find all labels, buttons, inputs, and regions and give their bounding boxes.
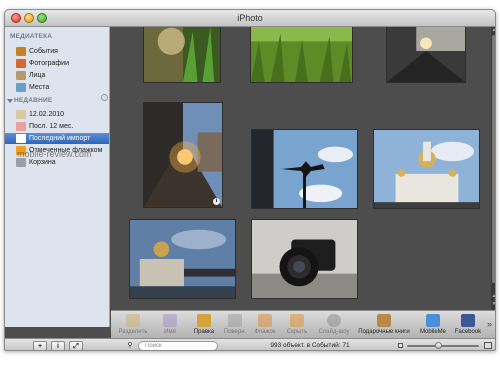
fullscreen-button[interactable]: ⤢ bbox=[69, 341, 83, 350]
zoom-out-icon[interactable] bbox=[398, 343, 403, 348]
sidebar-item-photos[interactable]: Фотографии bbox=[5, 58, 109, 69]
scroll-up-arrow-icon[interactable]: ▲ bbox=[491, 293, 495, 299]
sidebar-item-label: Места bbox=[29, 84, 50, 91]
photo-thumbnail-lamp-silhouette[interactable] bbox=[251, 129, 358, 209]
facebook-button[interactable]: Facebook bbox=[454, 314, 482, 338]
split-icon bbox=[126, 314, 140, 327]
zoom-in-icon[interactable] bbox=[484, 342, 492, 349]
sidebar-item-last-12-months[interactable]: Посл. 12 мес. bbox=[5, 121, 109, 132]
scroll-up-arrow-icon[interactable]: ▲ bbox=[491, 27, 495, 33]
mobileme-icon bbox=[426, 314, 440, 327]
bottom-toolbar: Разделить Имя Правка Поверн. Флажок Скры… bbox=[111, 310, 495, 338]
search-icon[interactable]: ⚲ bbox=[124, 342, 136, 350]
sidebar-item-label: События bbox=[29, 48, 58, 55]
name-icon bbox=[163, 314, 177, 327]
vertical-scrollbar[interactable]: ▲ ▲ ▼ bbox=[491, 27, 495, 310]
hide-icon bbox=[290, 314, 304, 327]
event-icon bbox=[16, 110, 26, 119]
recent-section-header[interactable]: НЕДАВНИЕ bbox=[14, 97, 52, 104]
import-icon bbox=[16, 134, 26, 143]
more-tools-button[interactable]: » bbox=[487, 319, 492, 329]
edit-pencil-icon bbox=[197, 314, 211, 327]
sidebar-item-last-import[interactable]: Последний импорт bbox=[5, 133, 109, 144]
sidebar-item-label: Корзина bbox=[29, 159, 56, 166]
iphoto-window: iPhoto МЕДИАТЕКА События Фотографии Лица… bbox=[4, 9, 496, 351]
disclosure-triangle-icon[interactable] bbox=[7, 99, 13, 103]
photo-thumbnail-cathedral-day[interactable] bbox=[373, 129, 480, 209]
sidebar-item-event-12-02-2010[interactable]: 12.02.2010 bbox=[5, 109, 109, 120]
faces-icon bbox=[16, 71, 26, 80]
name-button[interactable]: Имя bbox=[159, 314, 181, 338]
events-icon bbox=[16, 47, 26, 56]
window-title: iPhoto bbox=[237, 13, 263, 23]
sidebar-item-label: 12.02.2010 bbox=[29, 111, 65, 118]
photos-icon bbox=[16, 59, 26, 68]
mobileme-button[interactable]: MobileMe bbox=[419, 314, 447, 338]
title-bar[interactable]: iPhoto bbox=[5, 10, 495, 27]
photo-thumbnail-grass-closeup[interactable] bbox=[250, 27, 353, 83]
sidebar-item-label: Лица bbox=[29, 72, 46, 79]
activity-indicator-icon: ◦ bbox=[101, 94, 108, 101]
tool-label: Подарочные книги bbox=[358, 329, 410, 335]
photo-browser: i bbox=[111, 27, 491, 310]
source-list: МЕДИАТЕКА События Фотографии Лица ◦ Мест… bbox=[5, 27, 110, 327]
status-bar: + i ⤢ ⚲ 993 объект. в Событий: 71 bbox=[5, 338, 495, 350]
rotate-icon bbox=[228, 314, 242, 327]
sidebar-item-faces[interactable]: Лица bbox=[5, 70, 109, 81]
library-section-header[interactable]: МЕДИАТЕКА bbox=[10, 33, 52, 40]
tool-label: Facebook bbox=[454, 329, 482, 335]
hide-button[interactable]: Скрыть bbox=[284, 314, 310, 338]
sidebar-item-label: Фотографии bbox=[29, 60, 70, 67]
sidebar-item-places[interactable]: Места bbox=[5, 82, 109, 93]
photo-thumbnail-grass-sun[interactable] bbox=[143, 27, 221, 83]
info-icon[interactable]: i bbox=[213, 198, 220, 205]
gift-books-button[interactable]: Подарочные книги bbox=[358, 314, 410, 338]
play-icon bbox=[327, 314, 341, 327]
slideshow-button[interactable]: Слайд-шоу bbox=[318, 314, 350, 338]
photo-count-status: 993 объект. в Событий: 71 bbox=[270, 342, 350, 349]
sidebar-item-label: Посл. 12 мес. bbox=[29, 123, 74, 130]
calendar-icon bbox=[16, 122, 26, 131]
scroll-down-arrow-icon[interactable]: ▼ bbox=[491, 301, 495, 307]
flag-icon bbox=[258, 314, 272, 327]
watermark: mobile-review.com bbox=[17, 149, 92, 159]
places-icon bbox=[16, 83, 26, 92]
search-input[interactable] bbox=[138, 341, 218, 350]
photo-thumbnail-cathedral-river[interactable] bbox=[129, 219, 236, 299]
sidebar-item-events[interactable]: События bbox=[5, 46, 109, 57]
zoom-slider-knob[interactable] bbox=[435, 342, 443, 349]
scroll-thumb[interactable] bbox=[492, 35, 495, 283]
photo-thumbnail-camera[interactable] bbox=[251, 219, 358, 299]
sidebar-item-label: Последний импорт bbox=[29, 135, 91, 142]
info-button[interactable]: i bbox=[51, 341, 65, 350]
zoom-slider[interactable] bbox=[407, 345, 479, 347]
facebook-icon bbox=[461, 314, 475, 327]
tool-label: Слайд-шоу bbox=[318, 329, 350, 335]
trash-icon bbox=[16, 158, 26, 167]
photo-thumbnail-alley-sunset[interactable]: i bbox=[143, 102, 223, 208]
gift-books-icon bbox=[377, 314, 391, 327]
split-button[interactable]: Разделить bbox=[118, 314, 148, 338]
add-button[interactable]: + bbox=[33, 341, 47, 350]
photo-thumbnail-street-sunset[interactable] bbox=[386, 27, 466, 83]
